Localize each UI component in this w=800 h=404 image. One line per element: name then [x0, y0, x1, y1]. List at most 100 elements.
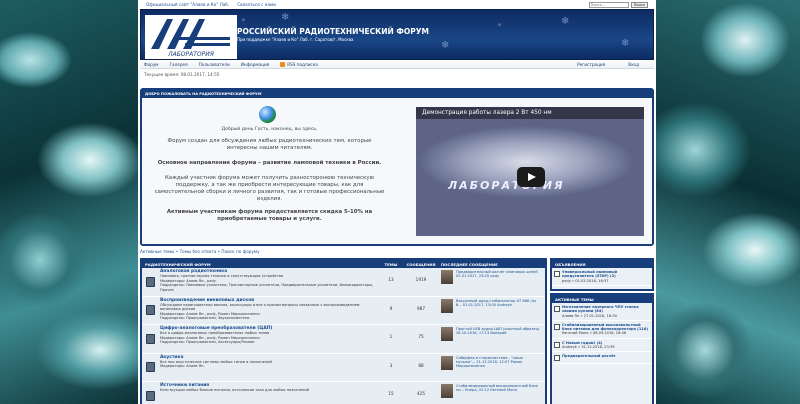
- active-topic-title[interactable]: Предварительный расчёт: [562, 354, 616, 358]
- forum-row: Акустика Все про акустические системы лю…: [142, 353, 545, 382]
- forum-subforums[interactable]: Подразделы: Проигрыватели, Звукоснимател…: [160, 316, 376, 320]
- top-links-bar: Официальный сайт "Алаев и Ко" Лаб. Связа…: [138, 0, 656, 9]
- forum-icon: [142, 382, 158, 404]
- topic-count: 13: [388, 277, 394, 282]
- welcome-header: ДОБРО ПОЖАЛОВАТЬ НА РАДИОТЕХНИЧЕСКИЙ ФОР…: [142, 90, 652, 98]
- site-header: ❄ ❄ ❄ ❄ ЛАБОРАТОРИЯ РОССИЙСКИЙ РАДИОТЕХН…: [140, 9, 654, 60]
- forum-icon: [142, 354, 158, 382]
- topic-icon: [554, 323, 560, 330]
- video-title[interactable]: Демонстрация работы лазера 2 Вт 450 нм: [416, 107, 644, 119]
- header-last-post: ПОСЛЕДНЕЕ СООБЩЕНИЕ: [441, 261, 498, 267]
- search-button[interactable]: Поиск: [630, 1, 648, 8]
- forum-table-header: РАДИОТЕХНИЧЕСКИЙ ФОРУМ ТЕМЫ СООБЩЕНИЯ ПО…: [142, 260, 545, 268]
- active-topic-meta: Andreyk » 31.12.2016, 23:39: [562, 345, 615, 350]
- announcement-title[interactable]: Универсальный ламповый предусилитель (ST…: [562, 270, 617, 278]
- main-navigation: Форум Галерея Пользователи Информация RS…: [140, 60, 654, 69]
- announcements-header: ОБЪЯВЛЕНИЯ: [552, 260, 652, 268]
- nav-forum[interactable]: Форум: [144, 62, 158, 67]
- forum-title: РОССИЙСКИЙ РАДИОТЕХНИЧЕСКИЙ ФОРУМ: [237, 27, 429, 36]
- last-post-link[interactable]: Простой USB аудио ЦАП (опытный образец) …: [456, 327, 542, 351]
- topic-count: 1: [389, 334, 393, 339]
- topic-count: 3: [389, 362, 393, 368]
- avatar: [441, 355, 453, 370]
- forum-icon: [142, 325, 158, 353]
- forum-subforums[interactable]: Подразделы: Ламповые усилители, Транзист…: [160, 283, 376, 292]
- left-background: [0, 0, 140, 404]
- svg-text:ЛАБОРАТОРИЯ: ЛАБОРАТОРИЯ: [167, 51, 214, 58]
- video-logo-text: ЛАБОРАТОРИЯ: [448, 179, 565, 192]
- site-logo[interactable]: ЛАБОРАТОРИЯ: [145, 15, 237, 59]
- quick-links[interactable]: Активные темы • Темы без ответа • Поиск …: [140, 249, 260, 254]
- topic-icon: [554, 306, 560, 312]
- official-site-link[interactable]: Официальный сайт "Алаев и Ко" Лаб.: [146, 2, 229, 7]
- last-post-link[interactable]: Предварительный расчёт ламповых цепей 02…: [456, 270, 542, 294]
- announcement-meta: pxdy » 01.03.2016, 16:37: [562, 278, 609, 283]
- active-topic-item[interactable]: Изготовление лазерного ЧПУ станка своими…: [552, 303, 652, 321]
- nav-gallery[interactable]: Галерея: [169, 62, 187, 67]
- snowflake-icon: ❄: [441, 40, 450, 51]
- right-background: [655, 0, 800, 404]
- post-count: 75: [418, 334, 424, 339]
- announcements-panel: ОБЪЯВЛЕНИЯ Универсальный ламповый предус…: [550, 258, 654, 291]
- avatar: [441, 327, 453, 341]
- active-topic-item[interactable]: Стабилизированный высоковольтный блок пи…: [552, 321, 652, 339]
- welcome-paragraph-4: Активным участникам форума предоставляет…: [166, 209, 373, 222]
- topic-icon: [554, 341, 560, 348]
- forum-subtitle: При поддержке "Алаев и Ко" Лаб. г. Сарат…: [237, 37, 354, 42]
- snowflake-icon: ❄: [621, 38, 630, 49]
- forum-icon: [142, 297, 158, 325]
- search-input[interactable]: [588, 1, 629, 8]
- active-topic-title[interactable]: Изготовление лазерного ЧПУ станка своими…: [562, 305, 639, 313]
- forum-description: Обсуждаем проигрыватели винила, аксессуа…: [160, 302, 360, 312]
- active-topic-item[interactable]: Предварительный расчёт: [552, 352, 652, 365]
- topic-count: 15: [388, 391, 394, 396]
- welcome-paragraph-3: Каждый участник форума может получить ра…: [154, 175, 385, 202]
- active-topics-header: АКТИВНЫЕ ТЕМЫ: [552, 295, 652, 303]
- last-post-link[interactable]: Сабвуфер в стерескистеме - "каша музыки"…: [456, 356, 542, 380]
- snowflake-icon: ❄: [561, 16, 570, 27]
- post-count: 1919: [415, 277, 427, 282]
- welcome-greeting: Добрый день Гость, наконец, вы здесь.: [221, 127, 318, 132]
- nav-info[interactable]: Информация: [241, 62, 270, 67]
- register-link[interactable]: Регистрация: [577, 62, 605, 67]
- welcome-panel: ДОБРО ПОЖАЛОВАТЬ НА РАДИОТЕХНИЧЕСКИЙ ФОР…: [140, 88, 654, 246]
- forum-moderators: Модераторы: Алаев Ян.: [160, 364, 205, 369]
- login-link[interactable]: Вход: [628, 62, 639, 67]
- post-count: 425: [417, 391, 425, 396]
- contact-link[interactable]: Связаться с нами: [237, 2, 276, 7]
- avatar: [441, 298, 453, 313]
- rss-label: RSS подписка: [287, 61, 318, 67]
- header-forum: РАДИОТЕХНИЧЕСКИЙ ФОРУМ: [145, 261, 211, 267]
- rss-icon: [280, 61, 286, 67]
- forum-icon: [142, 268, 158, 296]
- forum-row: Цифро-аналоговые преобразователи (ЦАП) В…: [142, 325, 545, 354]
- active-topic-meta: Евгений Моня » 08.09.2016, 16:06: [562, 331, 627, 336]
- header-posts: СООБЩЕНИЯ: [406, 261, 436, 267]
- play-icon[interactable]: [517, 167, 545, 187]
- announcement-item[interactable]: Универсальный ламповый предусилитель (ST…: [552, 268, 652, 286]
- nav-users[interactable]: Пользователи: [199, 62, 230, 67]
- topic-icon: [554, 355, 560, 362]
- post-count: 987: [417, 305, 425, 311]
- forum-subforums[interactable]: Подразделы: Проигрыватели, Аксессуары/Ра…: [160, 340, 376, 344]
- active-topic-title[interactable]: Стабилизированный высоковольтный блок пи…: [562, 323, 648, 331]
- page-wrapper: Официальный сайт "Алаев и Ко" Лаб. Связа…: [138, 0, 656, 404]
- header-topics: ТЕМЫ: [384, 261, 398, 267]
- forum-table: РАДИОТЕХНИЧЕСКИЙ ФОРУМ ТЕМЫ СООБЩЕНИЯ ПО…: [140, 258, 547, 404]
- avatar: [441, 384, 453, 398]
- video-player[interactable]: Демонстрация работы лазера 2 Вт 450 нм Л…: [416, 107, 644, 236]
- welcome-paragraph-1: Форум создан для обсуждения любых радиот…: [167, 138, 372, 151]
- active-topic-item[interactable]: С Новым годом! (4) Andreyk » 31.12.2016, …: [552, 339, 652, 353]
- snowflake-icon: ❄: [281, 12, 290, 23]
- topic-icon: [554, 271, 560, 277]
- active-topic-meta: Алаев Ян » 27.01.2016, 16:30: [562, 313, 617, 318]
- forum-row: Воспроизведение виниловых дисков Обсужда…: [142, 296, 545, 325]
- active-topics-panel: АКТИВНЫЕ ТЕМЫ Изготовление лазерного ЧПУ…: [550, 293, 654, 404]
- globe-icon: [259, 106, 276, 123]
- last-post-link[interactable]: Вакуумный диод-стабилизатор АТ 668 (ну б…: [456, 299, 542, 323]
- last-post-link[interactable]: Стабилизированный высоковольтный блок пи…: [456, 384, 542, 404]
- topic-count: 9: [389, 305, 393, 311]
- nav-rss[interactable]: RSS подписка: [280, 61, 318, 67]
- forum-row: Источники питания Конструкции любых блок…: [142, 382, 545, 404]
- forum-row: Аналоговая радиотехника Ламповая, транзи…: [142, 268, 545, 297]
